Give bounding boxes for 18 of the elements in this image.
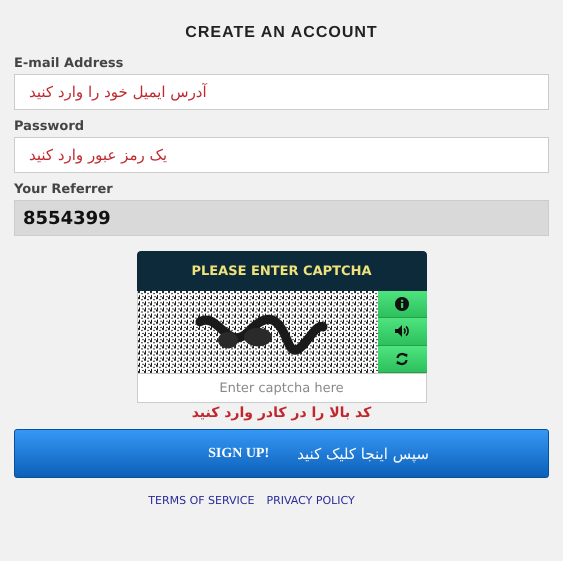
input-field[interactable]: آدرس ایمیل خود را وارد کنید — [14, 74, 549, 110]
speaker-icon — [394, 324, 410, 338]
form-title: CREATE AN ACCOUNT — [184, 24, 379, 42]
input-field[interactable]: یک رمز عبور وارد کنید — [14, 137, 549, 173]
info-icon — [395, 297, 409, 312]
audio-button[interactable] — [378, 318, 426, 346]
field-label: E-mail Address — [14, 56, 124, 71]
field-label: Password — [14, 119, 86, 134]
captcha-header: PLEASE ENTER CAPTCHA — [136, 251, 426, 291]
refresh-icon — [395, 352, 409, 366]
field-label: Your Referrer — [14, 182, 114, 197]
footer-link[interactable]: PRIVACY POLICY — [266, 494, 355, 507]
captcha-field[interactable]: Enter captcha here — [136, 373, 426, 403]
info-button[interactable] — [378, 291, 426, 318]
annotation-text: کد بالا را در کادر وارد کنید — [190, 405, 372, 421]
footer-link[interactable]: TERMS OF SERVICE — [148, 494, 254, 507]
refresh-button[interactable] — [378, 346, 426, 373]
input-field[interactable]: 8554399 — [14, 200, 549, 236]
